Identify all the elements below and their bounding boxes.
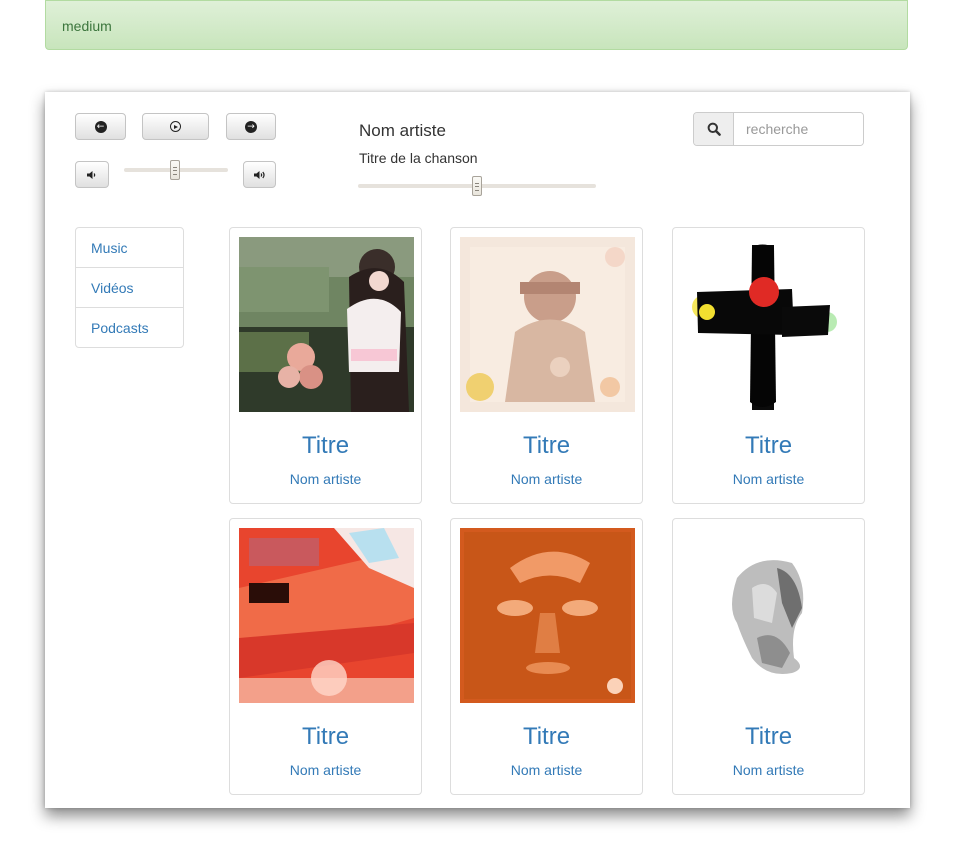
player-panel: ← → Nom artiste Titre de la chanson rech… [45, 92, 910, 808]
previous-button[interactable]: ← [75, 113, 126, 140]
volume-slider-handle[interactable] [170, 160, 180, 180]
card-artist[interactable]: Nom artiste [451, 762, 642, 778]
card-title: Titre [744, 723, 793, 750]
volume-up-icon [253, 170, 265, 179]
volume-down-button[interactable] [75, 161, 109, 188]
now-playing-artist: Nom artiste [359, 121, 446, 140]
card-title: Titre [301, 723, 350, 750]
album-cover-1 [239, 237, 414, 412]
next-button[interactable]: → [226, 113, 276, 140]
search-input[interactable] [734, 113, 863, 145]
album-card[interactable]: Titre Nom artiste [450, 518, 643, 795]
status-alert: medium [45, 0, 908, 50]
card-title: Titre [522, 432, 571, 459]
album-cover-6 [682, 528, 857, 703]
volume-down-icon [87, 170, 96, 179]
card-title: Titre [301, 432, 350, 459]
album-cover-2 [460, 237, 635, 412]
search-addon[interactable] [694, 113, 734, 145]
volume-up-button[interactable] [243, 161, 276, 188]
arrow-right-icon: → [245, 120, 257, 133]
nav-item-music[interactable]: Music [75, 227, 184, 268]
card-artist[interactable]: Nom artiste [673, 471, 864, 487]
card-title: Titre [744, 432, 793, 459]
card-artist[interactable]: Nom artiste [673, 762, 864, 778]
album-card[interactable]: Titre Nom artiste [229, 518, 422, 795]
progress-slider[interactable] [358, 176, 596, 196]
arrow-left-icon: ← [94, 120, 107, 133]
album-card[interactable]: Titre Nom artiste [450, 227, 643, 504]
play-circle-icon [170, 121, 181, 132]
volume-slider[interactable] [124, 160, 228, 180]
alert-text: medium [62, 18, 112, 34]
now-playing-song: Titre de la chanson [359, 150, 478, 166]
album-cover-5 [460, 528, 635, 703]
album-card[interactable]: Titre Nom artiste [672, 518, 865, 795]
category-nav: Music Vidéos Podcasts [75, 227, 184, 348]
card-title: Titre [522, 723, 571, 750]
progress-slider-handle[interactable] [472, 176, 482, 196]
card-artist[interactable]: Nom artiste [230, 762, 421, 778]
nav-item-videos[interactable]: Vidéos [75, 267, 184, 308]
album-card[interactable]: Titre Nom artiste [672, 227, 865, 504]
album-cover-4 [239, 528, 414, 703]
card-artist[interactable]: Nom artiste [451, 471, 642, 487]
album-card[interactable]: Titre Nom artiste [229, 227, 422, 504]
play-button[interactable] [142, 113, 209, 140]
card-artist[interactable]: Nom artiste [230, 471, 421, 487]
search-icon [707, 122, 721, 136]
search-box [693, 112, 864, 146]
album-cover-3 [682, 237, 857, 412]
nav-item-podcasts[interactable]: Podcasts [75, 307, 184, 348]
